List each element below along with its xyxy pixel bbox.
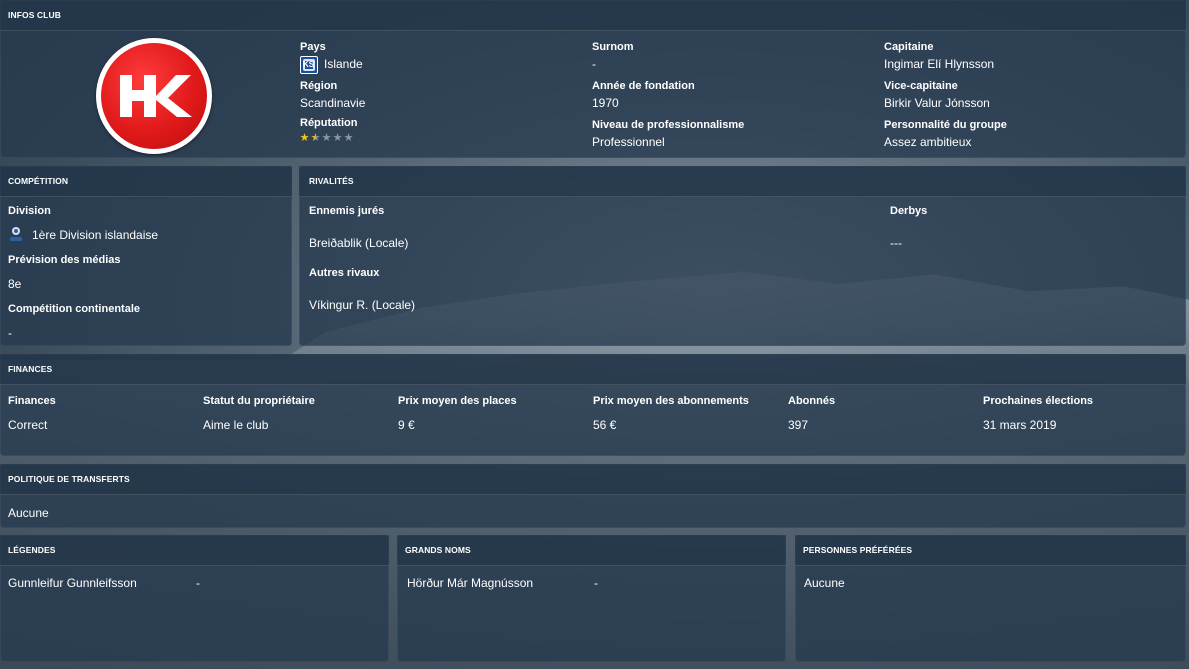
star-half-icon: ★ (310, 132, 321, 144)
nickname-value: - (592, 57, 596, 71)
professionalism-value: Professionnel (592, 135, 665, 149)
finances-panel: FINANCES Finances Correct Statut du prop… (0, 354, 1186, 456)
legend-extra: - (196, 576, 200, 590)
rivalries-panel: RIVALITÉS Ennemis jurés Breiðablik (Loca… (299, 166, 1186, 346)
professionalism-label: Niveau de professionnalisme (592, 119, 745, 131)
season-ticket-price-label: Prix moyen des abonnements (593, 395, 749, 407)
legend-name[interactable]: Gunnleifur Gunnleifsson (8, 576, 137, 590)
subscribers-value: 397 (788, 418, 809, 432)
finances-col-label: Finances (8, 395, 56, 407)
favorite-people-value: Aucune (804, 576, 845, 590)
other-rivals-label: Autres rivaux (309, 267, 380, 279)
derbys-value: --- (890, 236, 902, 250)
finances-col-value: Correct (8, 418, 48, 432)
favorite-people-title: PERSONNES PRÉFÉRÉES (795, 535, 1186, 566)
continental-value: - (8, 326, 12, 340)
big-name-extra: - (594, 576, 598, 590)
reputation-label: Réputation (300, 117, 358, 129)
competition-title: COMPÉTITION (0, 166, 292, 197)
competition-panel: COMPÉTITION Division 1ère Division islan… (0, 166, 292, 346)
big-names-title: GRANDS NOMS (397, 535, 786, 566)
vice-captain-label: Vice-capitaine (884, 80, 958, 92)
country-value[interactable]: Islande (324, 57, 363, 71)
iceland-federation-icon (300, 56, 318, 74)
country-label: Pays (300, 41, 326, 53)
subscribers-label: Abonnés (788, 395, 836, 407)
region-value: Scandinavie (300, 96, 366, 110)
founded-label: Année de fondation (592, 80, 695, 92)
division-label: Division (8, 205, 51, 217)
star-empty-icon: ★ (332, 132, 343, 144)
legends-panel: LÉGENDES Gunnleifur Gunnleifsson - (0, 535, 389, 662)
star-empty-icon: ★ (343, 132, 354, 144)
personality-value: Assez ambitieux (884, 135, 972, 149)
star-empty-icon: ★ (321, 132, 332, 144)
nickname-label: Surnom (592, 41, 634, 53)
owner-status-value: Aime le club (203, 418, 269, 432)
captain-label: Capitaine (884, 41, 934, 53)
big-name-name[interactable]: Hörður Már Magnússon (407, 576, 533, 590)
founded-value: 1970 (592, 96, 619, 110)
personality-label: Personnalité du groupe (884, 119, 1007, 131)
transfer-policy-panel: POLITIQUE DE TRANSFERTS Aucune (0, 464, 1186, 528)
club-info-panel: INFOS CLUB Pays Islande Région Scandinav… (0, 0, 1186, 158)
division-value[interactable]: 1ère Division islandaise (32, 228, 158, 242)
region-label: Région (300, 80, 338, 92)
vice-captain-value[interactable]: Birkir Valur Jónsson (884, 96, 990, 110)
reputation-stars: ★★★★★ (299, 131, 354, 144)
crest-letters-icon (120, 75, 192, 117)
legends-title: LÉGENDES (0, 535, 389, 566)
media-prediction-value: 8e (8, 277, 22, 291)
club-crest (96, 38, 212, 154)
other-rivals-value[interactable]: Víkingur R. (Locale) (309, 298, 415, 312)
continental-label: Compétition continentale (8, 303, 140, 315)
owner-status-label: Statut du propriétaire (203, 395, 315, 407)
favorite-people-panel: PERSONNES PRÉFÉRÉES Aucune (795, 535, 1186, 662)
club-info-title: INFOS CLUB (0, 0, 1186, 31)
sworn-enemies-value[interactable]: Breiðablik (Locale) (309, 236, 408, 250)
next-elections-value: 31 mars 2019 (983, 418, 1057, 432)
star-full-icon: ★ (299, 132, 310, 144)
captain-value[interactable]: Ingimar Elí Hlynsson (884, 57, 994, 71)
ticket-price-label: Prix moyen des places (398, 395, 517, 407)
league-logo-icon (10, 227, 22, 241)
big-names-panel: GRANDS NOMS Hörður Már Magnússon - (397, 535, 786, 662)
season-ticket-price-value: 56 € (593, 418, 617, 432)
media-prediction-label: Prévision des médias (8, 254, 121, 266)
transfer-policy-title: POLITIQUE DE TRANSFERTS (0, 464, 1186, 495)
derbys-label: Derbys (890, 205, 928, 217)
finances-title: FINANCES (0, 354, 1186, 385)
ticket-price-value: 9 € (398, 418, 415, 432)
rivalries-title: RIVALITÉS (299, 166, 1186, 197)
sworn-enemies-label: Ennemis jurés (309, 205, 385, 217)
next-elections-label: Prochaines élections (983, 395, 1094, 407)
transfer-policy-value: Aucune (8, 506, 49, 520)
